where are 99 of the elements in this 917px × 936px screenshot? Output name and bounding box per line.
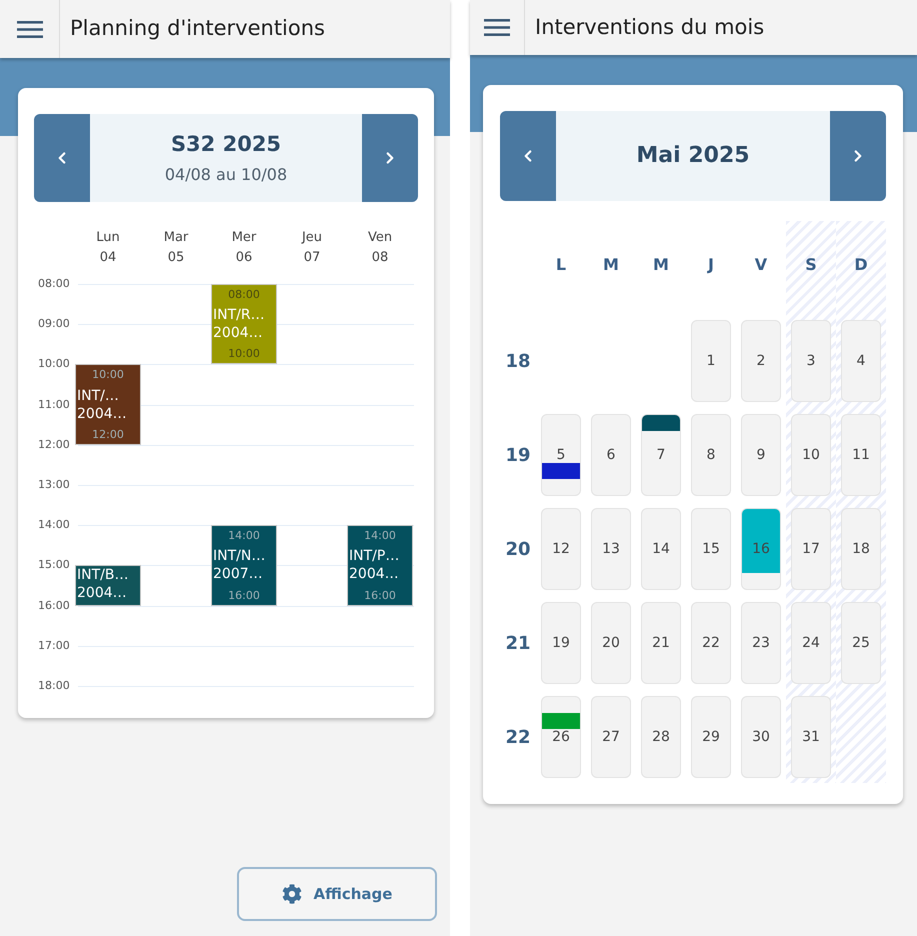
day-cell[interactable]: 6 xyxy=(591,414,631,496)
menu-icon xyxy=(16,20,42,38)
next-button[interactable] xyxy=(830,111,886,201)
hour-label: 10:00 xyxy=(38,357,70,372)
event-title: INT/P… xyxy=(348,547,400,566)
day-cell[interactable]: 31 xyxy=(791,696,831,778)
week-number: 20 xyxy=(505,538,531,562)
day-cell[interactable]: 17 xyxy=(791,508,831,590)
event-block[interactable]: 10:00 INT/… 2004… 12:00 xyxy=(75,364,141,445)
week-title: S32 2025 xyxy=(170,131,282,157)
day-cell[interactable]: 9 xyxy=(741,414,781,496)
week-number: 21 xyxy=(505,632,531,656)
day-cell[interactable]: 12 xyxy=(541,508,581,590)
day-cell[interactable]: 15 xyxy=(691,508,731,590)
day-name: Mer xyxy=(232,229,256,247)
day-cell[interactable]: 25 xyxy=(841,602,881,684)
event-end-time: 12:00 xyxy=(91,428,125,441)
day-name: Mar xyxy=(164,229,188,247)
day-name: Lun xyxy=(96,229,120,247)
day-cell[interactable]: 1 xyxy=(691,320,731,402)
hour-label: 14:00 xyxy=(38,518,70,532)
week-number: 19 xyxy=(505,444,531,468)
day-cell[interactable]: 2 xyxy=(741,320,781,402)
event-start-time: 10:00 xyxy=(91,368,125,382)
day-cell[interactable]: 24 xyxy=(791,602,831,684)
day-date: 06 xyxy=(236,249,252,267)
weekday-label: J xyxy=(708,254,714,276)
event-block[interactable]: INT/B… 2004… xyxy=(75,565,141,606)
hour-label: 16:00 xyxy=(38,598,70,613)
day-cell[interactable]: 21 xyxy=(641,602,681,684)
event-code: 2007… xyxy=(212,565,264,584)
day-date: 08 xyxy=(372,249,388,267)
day-name: Ven xyxy=(368,229,392,247)
weekday-label: D xyxy=(854,254,868,276)
day-cell[interactable]: 19 xyxy=(541,602,581,684)
next-button[interactable] xyxy=(362,114,418,202)
event-title: INT/R… xyxy=(212,306,266,324)
day-cell[interactable]: 29 xyxy=(691,696,731,778)
hour-label: 12:00 xyxy=(38,438,70,452)
day-cell[interactable]: 10 xyxy=(791,414,831,496)
event-code: 2004… xyxy=(212,324,264,342)
event-code: 2004… xyxy=(76,404,128,423)
weekday-label: M xyxy=(603,254,619,276)
event-end-time: 16:00 xyxy=(227,588,261,602)
day-cell[interactable]: 7 xyxy=(641,414,681,496)
previous-button[interactable] xyxy=(34,114,90,202)
day-name: Jeu xyxy=(302,229,322,247)
day-cell[interactable]: 5 xyxy=(541,414,581,496)
week-number: 18 xyxy=(505,350,531,374)
day-cell[interactable]: 3 xyxy=(791,320,831,402)
event-end-time: 16:00 xyxy=(363,588,397,602)
page-title: Planning d'interventions xyxy=(69,15,325,42)
day-cell[interactable]: 4 xyxy=(841,320,881,402)
hour-label: 13:00 xyxy=(38,478,70,492)
menu-icon xyxy=(484,19,510,36)
hour-label: 18:00 xyxy=(38,679,70,693)
day-cell[interactable]: 30 xyxy=(741,696,781,778)
event-code: 2004… xyxy=(348,565,400,584)
weekday-label: L xyxy=(556,254,566,276)
day-cell[interactable]: 8 xyxy=(691,414,731,496)
day-date: 04 xyxy=(100,249,116,267)
day-cell[interactable]: 22 xyxy=(691,602,731,684)
event-start-time: 08:00 xyxy=(227,288,261,301)
settings-icon xyxy=(282,884,302,904)
weekday-label: V xyxy=(754,254,768,276)
event-code: 2004… xyxy=(76,584,128,602)
event-start-time: 14:00 xyxy=(227,529,261,542)
day-cell[interactable]: 20 xyxy=(591,602,631,684)
event-title: INT/N… xyxy=(212,547,266,566)
day-cell[interactable]: 11 xyxy=(841,414,881,496)
week-number: 22 xyxy=(505,726,531,750)
month-title: Mai 2025 xyxy=(636,142,750,170)
week-date-range: 04/08 au 10/08 xyxy=(164,165,288,185)
day-cell[interactable]: 14 xyxy=(641,508,681,590)
display-settings-button[interactable]: Affichage xyxy=(237,867,437,921)
weekday-label: M xyxy=(653,254,669,276)
day-date: 05 xyxy=(168,249,184,267)
hour-label: 11:00 xyxy=(38,398,70,412)
event-start-time: 14:00 xyxy=(363,529,397,542)
previous-button[interactable] xyxy=(500,111,556,201)
event-end-time: 10:00 xyxy=(227,347,261,360)
event-title: INT/B… xyxy=(76,566,130,584)
day-cell[interactable]: 27 xyxy=(591,696,631,778)
day-cell[interactable]: 23 xyxy=(741,602,781,684)
weekday-label: S xyxy=(805,254,817,276)
day-cell[interactable]: 26 xyxy=(541,696,581,778)
event-block[interactable]: 14:00 INT/N… 2007… 16:00 xyxy=(211,525,277,606)
event-title: INT/… xyxy=(76,386,120,405)
hour-label: 15:00 xyxy=(38,558,70,572)
day-cell[interactable]: 18 xyxy=(841,508,881,590)
hour-label: 09:00 xyxy=(38,317,70,332)
event-block[interactable]: 14:00 INT/P… 2004… 16:00 xyxy=(347,525,413,606)
page-title: Interventions du mois xyxy=(534,14,764,41)
day-cell[interactable]: 28 xyxy=(641,696,681,778)
day-cell[interactable]: 16 xyxy=(741,508,781,590)
hour-label: 17:00 xyxy=(38,638,70,653)
day-cell[interactable]: 13 xyxy=(591,508,631,590)
hour-label: 08:00 xyxy=(38,277,70,291)
day-date: 07 xyxy=(304,249,320,267)
